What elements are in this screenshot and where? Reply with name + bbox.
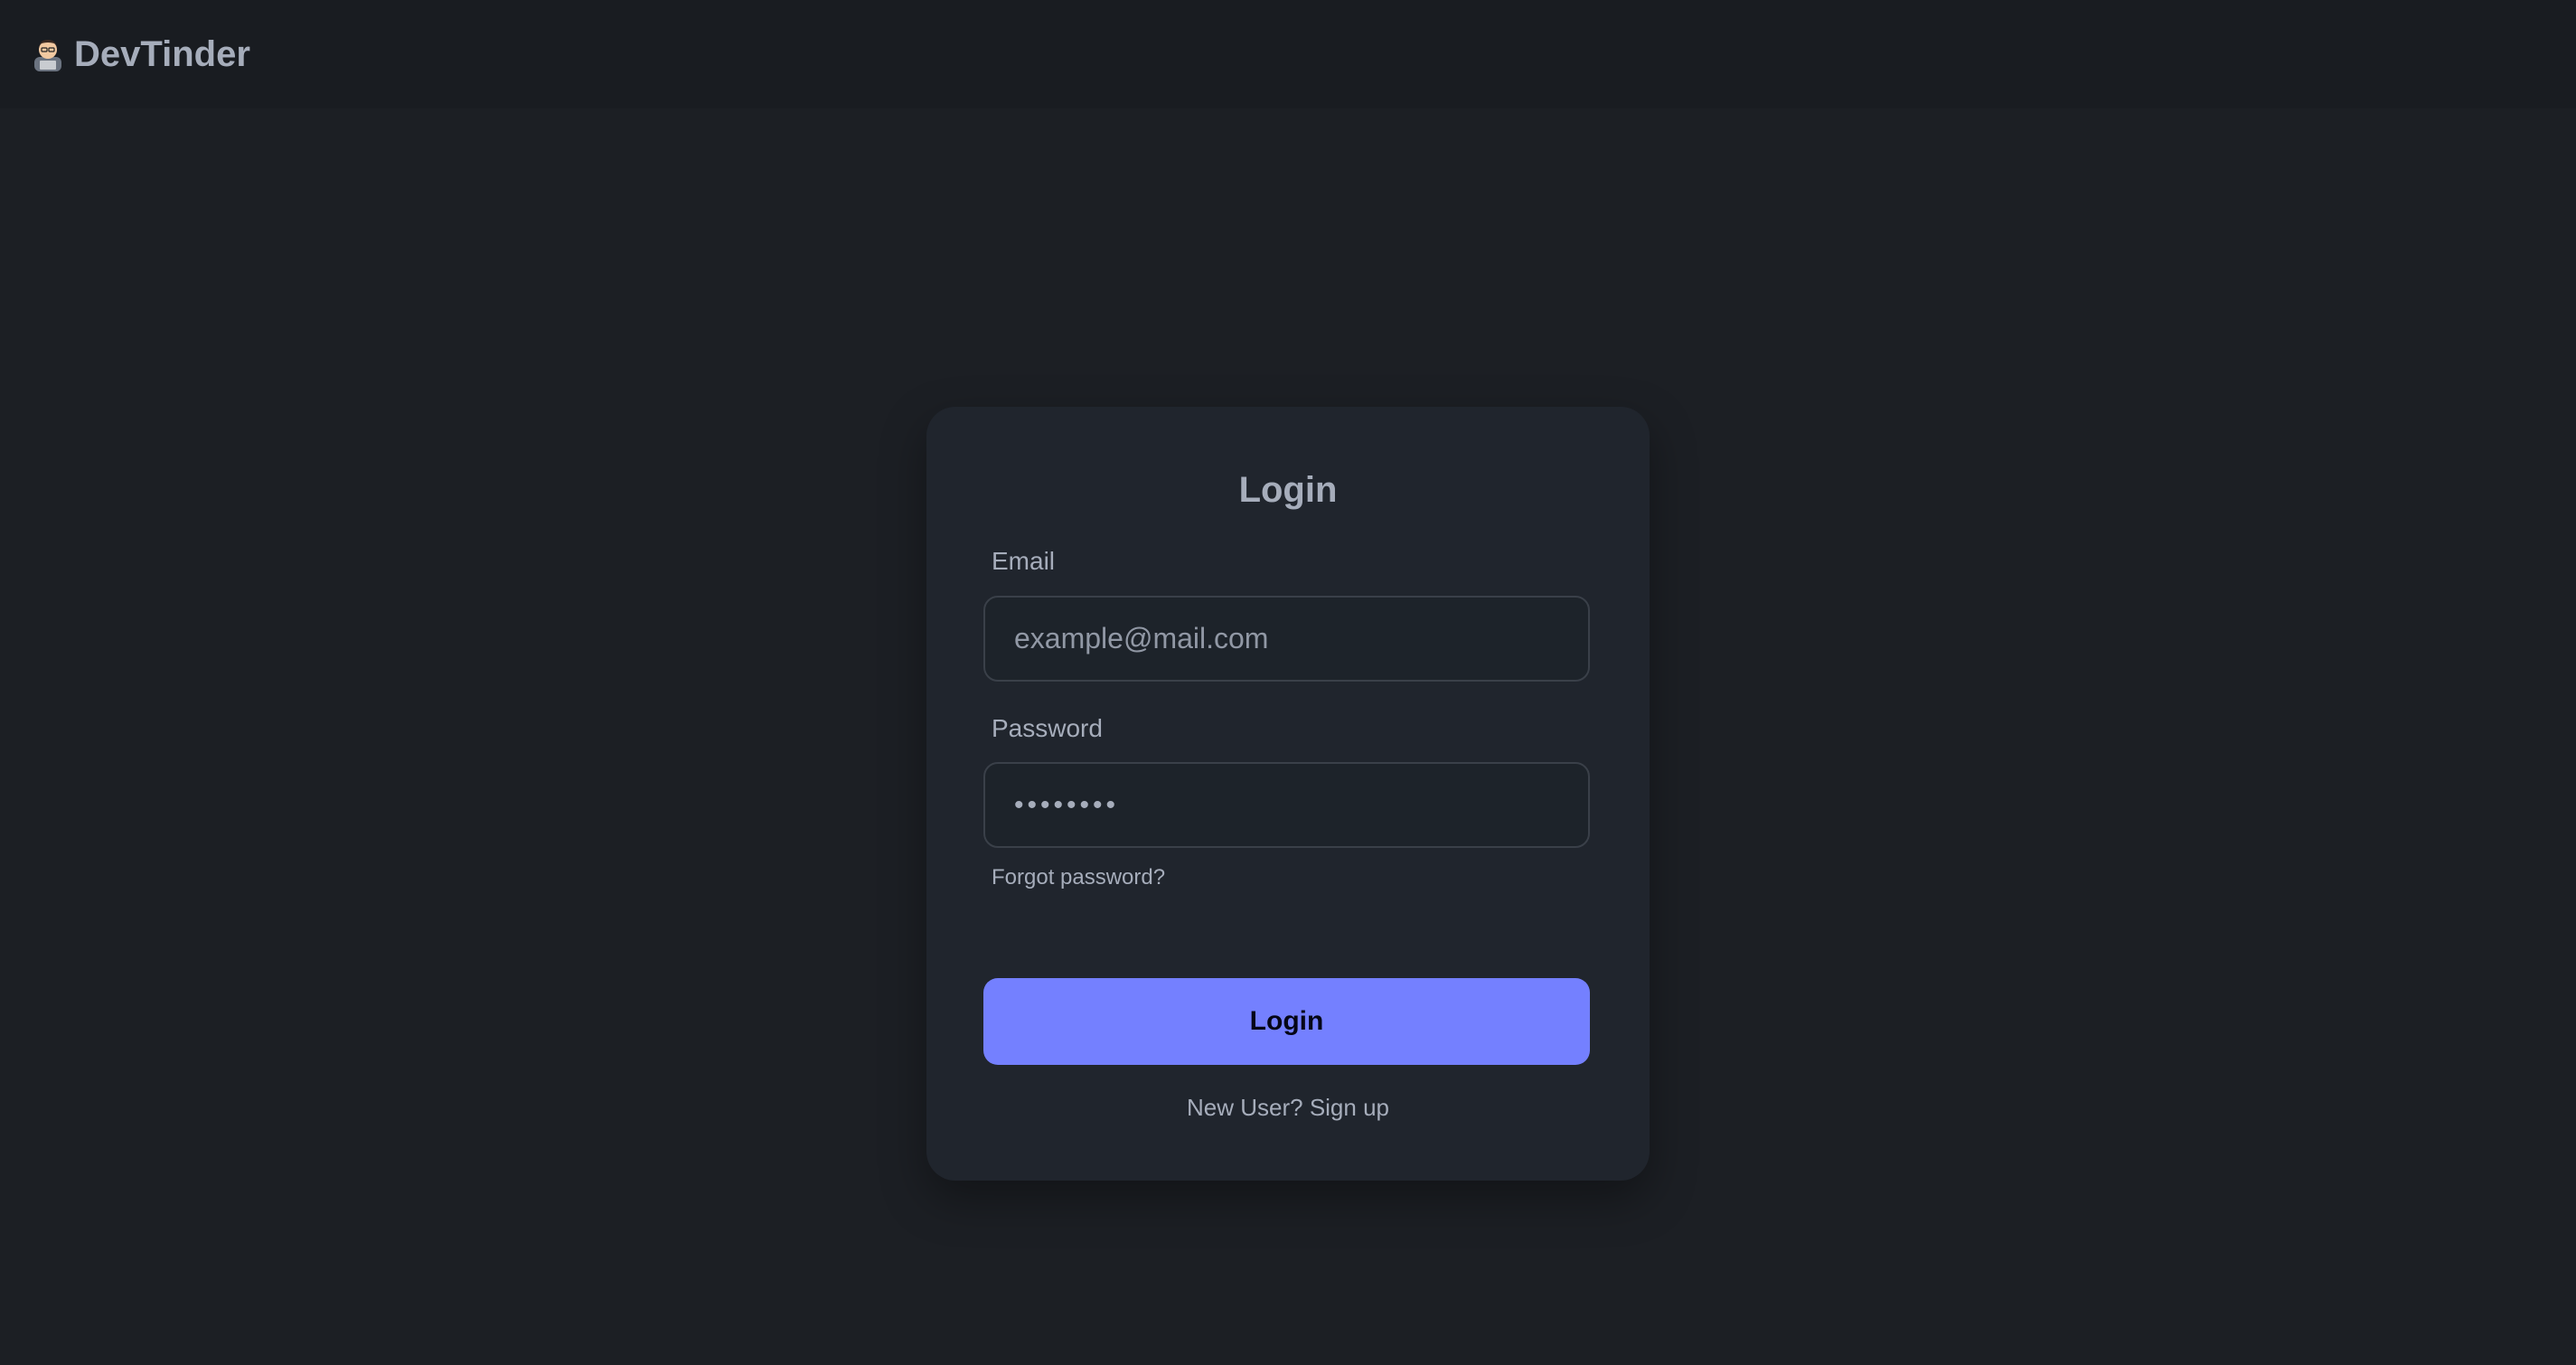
- password-input[interactable]: [983, 762, 1590, 848]
- login-title: Login: [1238, 470, 1338, 510]
- forgot-password-link[interactable]: Forgot password?: [992, 865, 1165, 890]
- password-label: Password: [992, 714, 1103, 742]
- brand-name: DevTinder: [74, 33, 250, 74]
- email-input[interactable]: [983, 596, 1590, 682]
- signup-link[interactable]: New User? Sign up: [926, 1094, 1650, 1122]
- email-label: Email: [992, 547, 1056, 575]
- navbar: DevTinder: [0, 0, 2576, 108]
- login-button[interactable]: Login: [983, 978, 1590, 1065]
- login-card: Login Email Password Forgot password? Lo…: [926, 407, 1650, 1181]
- developer-avatar-icon: [33, 37, 63, 71]
- brand-link[interactable]: DevTinder: [33, 34, 250, 75]
